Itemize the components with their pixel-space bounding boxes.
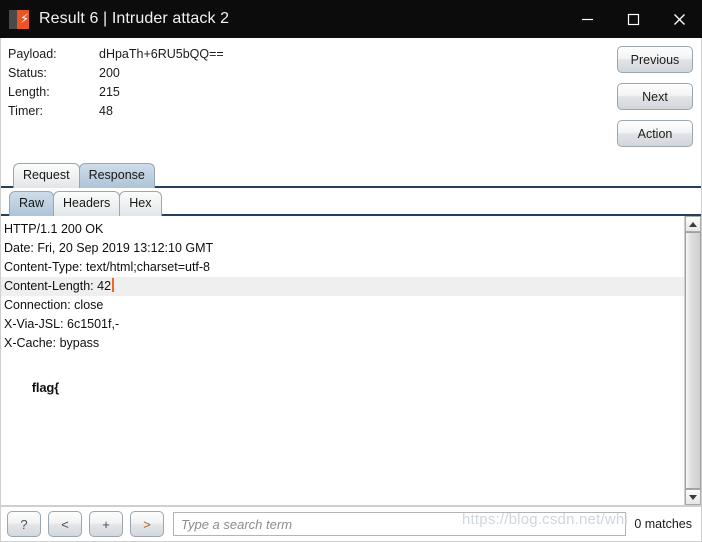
window-title: Result 6 | Intruder attack 2 bbox=[39, 10, 230, 27]
status-value: 200 bbox=[99, 66, 120, 80]
tab-hex[interactable]: Hex bbox=[119, 191, 162, 216]
search-placeholder: Type a search term bbox=[181, 516, 293, 532]
response-line-highlighted: Content-Length: 42 bbox=[1, 277, 684, 296]
minimize-icon[interactable] bbox=[564, 0, 610, 38]
response-line: Connection: close bbox=[4, 298, 104, 312]
burp-suite-icon: ⚡ bbox=[9, 9, 30, 30]
raw-headers-hex-tabstrip: Raw Headers Hex bbox=[0, 188, 702, 216]
tab-headers[interactable]: Headers bbox=[53, 191, 121, 216]
scroll-up-icon[interactable] bbox=[685, 216, 701, 232]
close-icon[interactable] bbox=[656, 0, 702, 38]
vertical-scrollbar[interactable] bbox=[684, 216, 701, 505]
response-body-area: HTTP/1.1 200 OK Date: Fri, 20 Sep 2019 1… bbox=[0, 216, 702, 506]
response-raw-text[interactable]: HTTP/1.1 200 OK Date: Fri, 20 Sep 2019 1… bbox=[1, 216, 684, 505]
inner-tabs: Raw Headers Hex bbox=[9, 191, 162, 216]
request-response-tabstrip: Request Response bbox=[0, 160, 702, 188]
title-bar: ⚡ Result 6 | Intruder attack 2 bbox=[0, 0, 702, 38]
action-button[interactable]: Action bbox=[617, 120, 693, 147]
burp-intruder-result-window: ⚡ Result 6 | Intruder attack 2 Payload: … bbox=[0, 0, 702, 542]
info-row-payload: Payload: dHpaTh+6RU5bQQ== bbox=[8, 45, 224, 64]
outer-tabs: Request Response bbox=[13, 163, 155, 188]
response-line: X-Cache: bypass bbox=[4, 336, 100, 350]
search-prev-button[interactable]: < bbox=[48, 511, 82, 537]
tab-request[interactable]: Request bbox=[13, 163, 80, 188]
match-count-label: 0 matches bbox=[634, 517, 692, 531]
info-row-timer: Timer: 48 bbox=[8, 102, 224, 121]
response-line: Date: Fri, 20 Sep 2019 13:12:10 GMT bbox=[4, 241, 214, 255]
response-line: Content-Type: text/html;charset=utf-8 bbox=[4, 260, 210, 274]
response-line: HTTP/1.1 200 OK bbox=[4, 222, 104, 236]
flag-line: flag{ bbox=[4, 366, 59, 395]
scroll-down-icon[interactable] bbox=[685, 489, 701, 505]
timer-value: 48 bbox=[99, 104, 113, 118]
navigation-buttons: Previous Next Action bbox=[617, 46, 693, 147]
info-row-status: Status: 200 bbox=[8, 64, 224, 83]
payload-label: Payload: bbox=[8, 47, 57, 61]
flag-visible-text: flag{ bbox=[31, 380, 59, 395]
scrollbar-thumb[interactable] bbox=[685, 232, 701, 489]
response-line-text: Content-Length: 42 bbox=[4, 279, 112, 293]
length-value: 215 bbox=[99, 85, 120, 99]
status-label: Status: bbox=[8, 66, 47, 80]
info-row-length: Length: 215 bbox=[8, 83, 224, 102]
response-line: X-Via-JSL: 6c1501f,- bbox=[4, 317, 120, 331]
window-controls bbox=[564, 0, 702, 38]
next-button[interactable]: Next bbox=[617, 83, 693, 110]
search-input[interactable]: Type a search term bbox=[173, 512, 627, 536]
payload-value: dHpaTh+6RU5bQQ== bbox=[99, 47, 224, 61]
tab-response[interactable]: Response bbox=[78, 163, 155, 188]
maximize-icon[interactable] bbox=[610, 0, 656, 38]
search-options-button[interactable]: + bbox=[89, 511, 123, 537]
timer-label: Timer: bbox=[8, 104, 43, 118]
search-next-button[interactable]: > bbox=[130, 511, 164, 537]
tab-raw[interactable]: Raw bbox=[9, 191, 55, 216]
length-label: Length: bbox=[8, 85, 50, 99]
result-info-panel: Payload: dHpaTh+6RU5bQQ== Status: 200 Le… bbox=[0, 38, 702, 160]
text-caret bbox=[112, 278, 115, 292]
help-button[interactable]: ? bbox=[7, 511, 41, 537]
previous-button[interactable]: Previous bbox=[617, 46, 693, 73]
search-bar: ? < + > Type a search term 0 matches bbox=[0, 506, 702, 542]
info-rows: Payload: dHpaTh+6RU5bQQ== Status: 200 Le… bbox=[8, 45, 224, 121]
